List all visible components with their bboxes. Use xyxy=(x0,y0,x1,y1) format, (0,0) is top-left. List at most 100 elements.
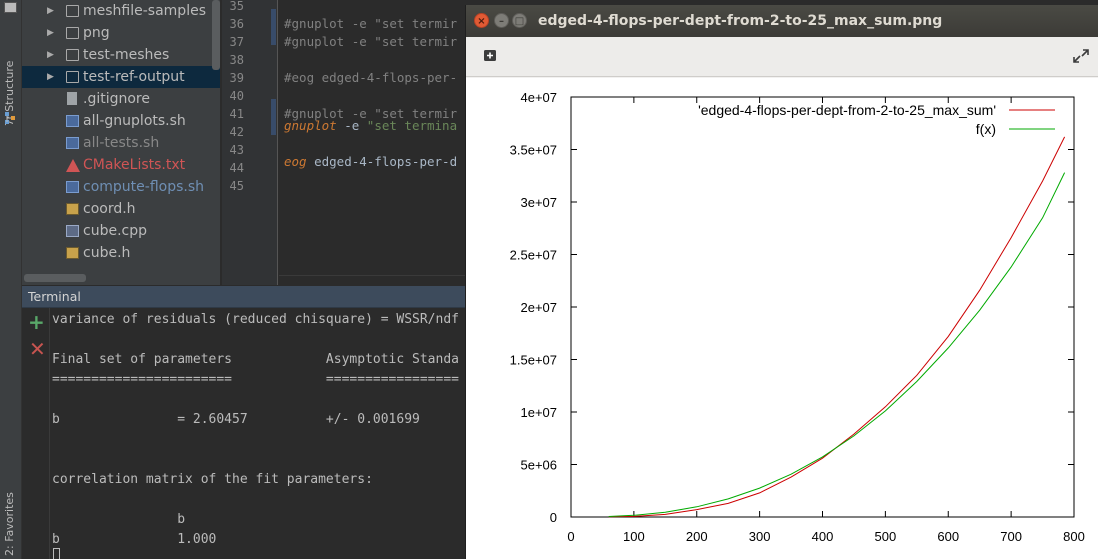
code-line[interactable]: #gnuplot -e "set termir xyxy=(284,105,457,123)
y-tick-label: 2e+07 xyxy=(520,300,557,315)
tree-item[interactable]: all-tests.sh xyxy=(22,132,220,154)
series-line xyxy=(608,136,1066,518)
code-line[interactable]: #eog edged-4-flops-per- xyxy=(284,69,457,87)
terminal-output[interactable]: variance of residuals (reduced chisquare… xyxy=(50,308,470,559)
expand-arrow-icon[interactable]: ▶ xyxy=(47,44,54,66)
eog-args: edged-4-flops-per-d xyxy=(306,154,458,169)
x-tick-label: 0 xyxy=(567,529,574,544)
y-tick-label: 3.5e+07 xyxy=(510,143,557,158)
line-number: 37 xyxy=(229,35,244,49)
tree-item[interactable]: CMakeLists.txt xyxy=(22,154,220,176)
tree-item-label: png xyxy=(83,25,110,41)
tree-item[interactable]: ▶ test-meshes xyxy=(22,44,220,66)
y-tick-label: 5e+06 xyxy=(520,458,557,473)
text-file-icon xyxy=(67,92,77,105)
viewer-title: edged-4-flops-per-dept-from-2-to-25_max_… xyxy=(538,13,943,29)
header-file-icon xyxy=(66,247,79,259)
viewer-titlebar[interactable]: × – □ edged-4-flops-per-dept-from-2-to-2… xyxy=(466,5,1098,37)
editor-horizontal-scrollbar[interactable] xyxy=(279,275,469,285)
expand-arrow-icon[interactable]: ▶ xyxy=(47,0,54,22)
favorites-tool-tab[interactable]: 2: Favorites xyxy=(3,478,16,556)
tree-item-label: meshfile-samples xyxy=(83,3,206,19)
x-tick-label: 300 xyxy=(749,529,771,544)
plot-image: 0 5e+06 1e+07 1.5e+07 2e+07 2.5e+07 3e+07 3.5e+… xyxy=(466,78,1098,559)
tree-item-label: all-tests.sh xyxy=(83,135,160,151)
code-line[interactable]: #gnuplot -e "set termir xyxy=(284,15,457,33)
plus-icon[interactable]: + xyxy=(28,311,45,333)
tree-item-label: cube.cpp xyxy=(83,223,147,239)
line-number: 45 xyxy=(229,179,244,193)
folder-icon xyxy=(66,27,79,39)
tree-horizontal-scrollbar[interactable] xyxy=(24,274,86,282)
terminal-line: b = 2.60457 +/- 0.001699 xyxy=(52,412,420,427)
tree-item-label: CMakeLists.txt xyxy=(83,157,186,173)
project-icon[interactable] xyxy=(4,2,17,13)
fullscreen-icon[interactable] xyxy=(1070,46,1092,66)
y-tick-label: 4e+07 xyxy=(520,90,557,105)
gnuplot-chart: 0 5e+06 1e+07 1.5e+07 2e+07 2.5e+07 3e+07 3.5e+… xyxy=(510,90,1085,544)
line-number: 35 xyxy=(229,0,244,13)
terminal-title: Terminal xyxy=(28,289,81,304)
desktop-screen: 7: Structure 2: Favorites cube.h cube.cpp… xyxy=(0,0,1098,559)
line-number: 36 xyxy=(229,17,244,31)
line-number: 38 xyxy=(229,53,244,67)
tree-item[interactable]: coord.h xyxy=(22,198,220,220)
terminal-line: b 1.000 xyxy=(52,532,217,547)
project-tree: cube.h cube.cpp coord.h compute-flops.sh CMa… xyxy=(22,0,220,285)
line-number: 41 xyxy=(229,107,244,121)
cmake-icon xyxy=(66,159,80,172)
terminal-line: ======================= ================… xyxy=(52,372,459,387)
line-number: 39 xyxy=(229,71,244,85)
legend-label: 'edged-4-flops-per-dept-from-2-to-25_max… xyxy=(698,102,996,118)
terminal-actions: + ✕ xyxy=(22,308,50,559)
line-number: 42 xyxy=(229,125,244,139)
tree-scrollbar[interactable] xyxy=(212,0,220,70)
tree-item[interactable]: ▶ meshfile-samples xyxy=(22,0,220,22)
folder-icon xyxy=(66,71,79,83)
x-tick-label: 700 xyxy=(1000,529,1022,544)
tree-item[interactable]: all-gnuplots.sh xyxy=(22,110,220,132)
header-file-icon xyxy=(66,203,79,215)
terminal-header: Terminal xyxy=(22,286,472,308)
code-line[interactable]: #gnuplot -e "set termir xyxy=(284,33,457,51)
gallery-icon[interactable] xyxy=(479,46,501,66)
close-icon[interactable]: ✕ xyxy=(29,338,46,360)
line-number: 43 xyxy=(229,143,244,157)
y-tick-label: 3e+07 xyxy=(520,195,557,210)
window-minimize-button[interactable]: – xyxy=(494,13,509,28)
shell-script-icon xyxy=(66,137,79,149)
tree-item[interactable]: ▶ test-ref-output xyxy=(22,66,220,88)
x-tick-label: 200 xyxy=(686,529,708,544)
structure-icon xyxy=(5,112,15,124)
tree-item-label: .gitignore xyxy=(83,91,150,107)
viewer-toolbar xyxy=(466,37,1098,77)
window-close-button[interactable]: × xyxy=(474,13,489,28)
tree-item[interactable]: compute-flops.sh xyxy=(22,176,220,198)
code-editor[interactable]: gnuplot -e "set termina eog edged-4-flop… xyxy=(279,0,469,285)
terminal-line: b xyxy=(52,512,186,527)
terminal-line: correlation matrix of the fit parameters… xyxy=(52,472,373,487)
x-tick-label: 100 xyxy=(623,529,645,544)
change-marker[interactable] xyxy=(271,99,276,135)
expand-arrow-icon[interactable]: ▶ xyxy=(47,66,54,88)
tool-window-stripe: 7: Structure 2: Favorites xyxy=(0,0,22,559)
x-tick-label: 600 xyxy=(937,529,959,544)
expand-arrow-icon[interactable]: ▶ xyxy=(47,22,54,44)
terminal-line: variance of residuals (reduced chisquare… xyxy=(52,312,459,327)
window-maximize-button[interactable]: □ xyxy=(512,13,527,28)
series-line xyxy=(608,172,1066,517)
eog-command: eog xyxy=(284,154,307,169)
code-line-44[interactable]: eog edged-4-flops-per-d xyxy=(284,153,457,171)
tree-item[interactable]: cube.h xyxy=(22,242,220,264)
plot-frame xyxy=(570,96,1075,518)
y-tick-label: 2.5e+07 xyxy=(510,248,557,263)
line-number: 40 xyxy=(229,89,244,103)
tree-item[interactable]: ▶ png xyxy=(22,22,220,44)
tree-item[interactable]: .gitignore xyxy=(22,88,220,110)
terminal-line: Final set of parameters Asymptotic Stand… xyxy=(52,352,459,367)
change-marker[interactable] xyxy=(271,9,276,45)
y-tick-label: 0 xyxy=(550,510,557,525)
x-tick-label: 500 xyxy=(875,529,897,544)
shell-script-icon xyxy=(66,181,79,193)
tree-item[interactable]: cube.cpp xyxy=(22,220,220,242)
